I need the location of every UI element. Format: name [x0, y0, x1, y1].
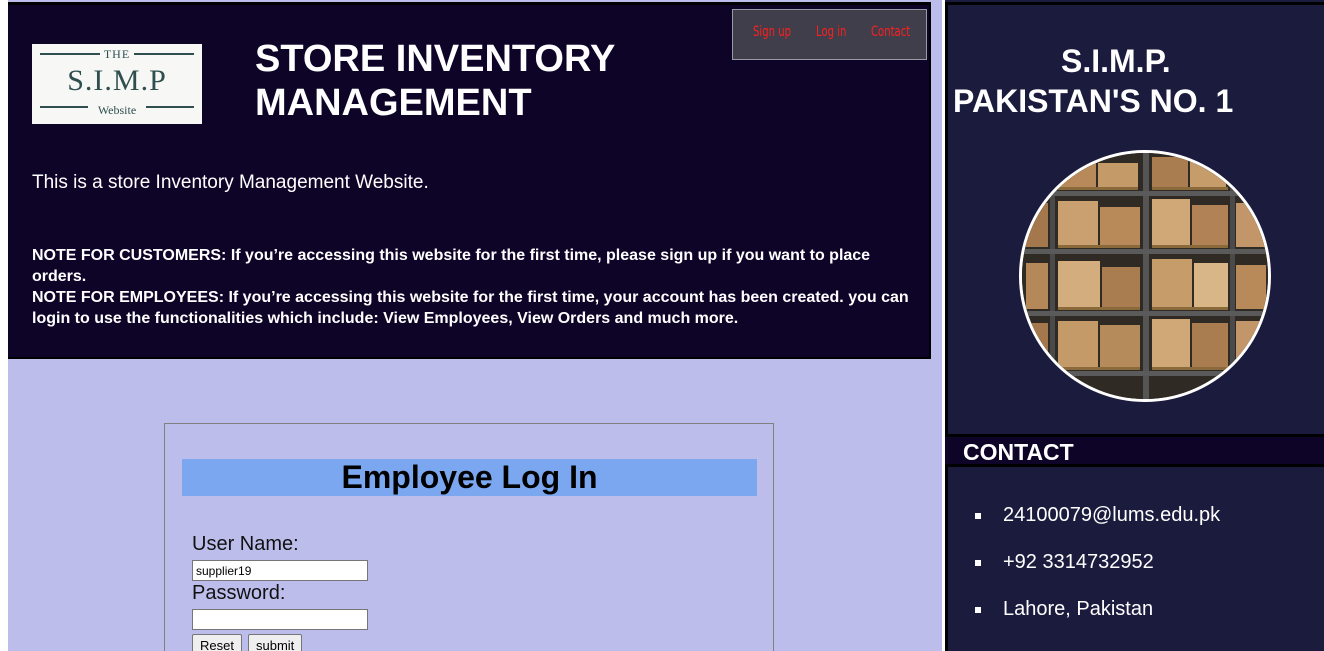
warehouse-image [1019, 150, 1271, 402]
username-label: User Name: [192, 533, 299, 555]
login-form-title: Employee Log In [182, 459, 757, 496]
contact-list: 24100079@lums.edu.pk +92 3314732952 Laho… [945, 467, 1324, 651]
logo-main-text: S.I.M.P [67, 64, 167, 97]
simp-logo: THE S.I.M.P Website [32, 44, 202, 124]
contact-header: CONTACT [945, 434, 1324, 467]
intro-text: This is a store Inventory Management Web… [32, 172, 429, 193]
login-form: Employee Log In User Name: Password: Res… [164, 423, 774, 651]
password-input[interactable] [192, 609, 368, 630]
contact-location-text: Lahore, Pakistan [1003, 598, 1154, 620]
top-nav: Sign up Log in Contact [732, 9, 927, 60]
main-column: THE S.I.M.P Website STORE INVENTORY MANA… [8, 0, 942, 651]
nav-contact-link[interactable]: Contact [871, 24, 910, 40]
contact-email-text: 24100079@lums.edu.pk [1003, 504, 1221, 526]
warehouse-shelves-icon [1022, 153, 1268, 399]
brand-heading: S.I.M.P. PAKISTAN'S NO. 1 [953, 41, 1313, 121]
contact-email: 24100079@lums.edu.pk [975, 503, 1221, 527]
contact-location: Lahore, Pakistan [975, 597, 1154, 621]
note-employees: NOTE FOR EMPLOYEES: If you’re accessing … [32, 289, 909, 327]
bullet-icon [975, 607, 981, 613]
page-title: STORE INVENTORY MANAGEMENT [255, 38, 615, 124]
password-label: Password: [192, 582, 286, 604]
brand-line-1: S.I.M.P. [1061, 43, 1171, 79]
notes-block: NOTE FOR CUSTOMERS: If you’re accessing … [32, 245, 912, 329]
site-header: THE S.I.M.P Website STORE INVENTORY MANA… [8, 2, 931, 359]
bullet-icon [975, 513, 981, 519]
brand-line-2: PAKISTAN'S NO. 1 [953, 83, 1234, 119]
bullet-icon [975, 560, 981, 566]
sidebar-brand-panel: S.I.M.P. PAKISTAN'S NO. 1 [945, 2, 1324, 434]
contact-title: CONTACT [963, 439, 1074, 465]
sidebar: S.I.M.P. PAKISTAN'S NO. 1 CONTACT 241000… [942, 0, 1324, 651]
logo-top-text: THE [103, 47, 131, 61]
nav-signup-link[interactable]: Sign up [753, 24, 791, 40]
contact-phone: +92 3314732952 [975, 550, 1154, 574]
contact-phone-text: +92 3314732952 [1003, 551, 1154, 573]
page: THE S.I.M.P Website STORE INVENTORY MANA… [0, 0, 1324, 651]
logo-sub-text: Website [97, 103, 137, 117]
reset-button[interactable]: Reset [192, 634, 242, 651]
nav-login-link[interactable]: Log in [816, 24, 846, 40]
submit-button[interactable]: submit [248, 634, 303, 651]
note-customers: NOTE FOR CUSTOMERS: If you’re accessing … [32, 247, 871, 285]
username-input[interactable] [192, 560, 368, 581]
